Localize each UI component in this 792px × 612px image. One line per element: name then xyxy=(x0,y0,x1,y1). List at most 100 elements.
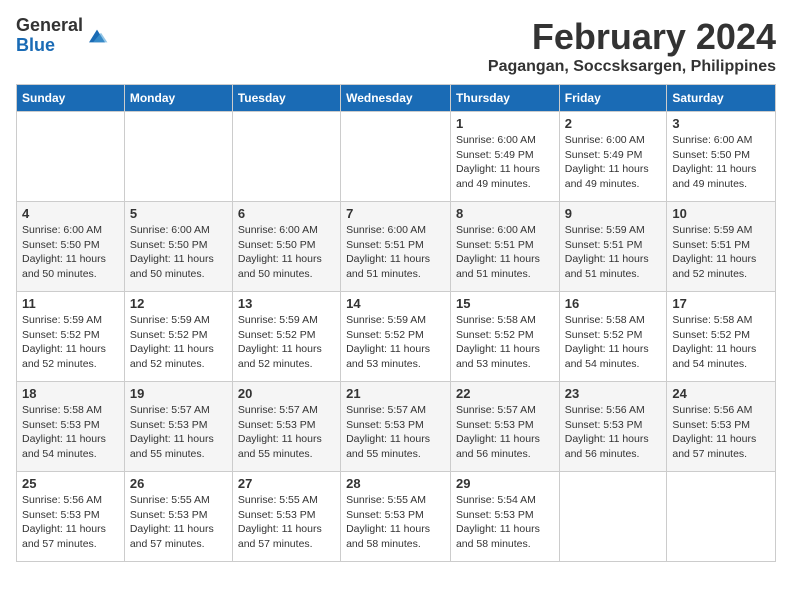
header-cell-friday: Friday xyxy=(559,85,667,112)
calendar-cell: 28 Sunrise: 5:55 AM Sunset: 5:53 PM Dayli… xyxy=(341,472,451,562)
day-number: 27 xyxy=(238,476,335,491)
calendar-cell: 26 Sunrise: 5:55 AM Sunset: 5:53 PM Dayli… xyxy=(124,472,232,562)
calendar-cell xyxy=(667,472,776,562)
calendar-cell: 14 Sunrise: 5:59 AM Sunset: 5:52 PM Dayli… xyxy=(341,292,451,382)
day-info: Sunrise: 5:57 AM Sunset: 5:53 PM Dayligh… xyxy=(456,403,554,462)
day-info: Sunrise: 5:54 AM Sunset: 5:53 PM Dayligh… xyxy=(456,493,554,552)
day-number: 4 xyxy=(22,206,119,221)
calendar-cell: 6 Sunrise: 6:00 AM Sunset: 5:50 PM Daylig… xyxy=(232,202,340,292)
calendar-cell: 18 Sunrise: 5:58 AM Sunset: 5:53 PM Dayli… xyxy=(17,382,125,472)
calendar-cell: 8 Sunrise: 6:00 AM Sunset: 5:51 PM Daylig… xyxy=(450,202,559,292)
calendar-cell: 2 Sunrise: 6:00 AM Sunset: 5:49 PM Daylig… xyxy=(559,112,667,202)
day-info: Sunrise: 5:59 AM Sunset: 5:51 PM Dayligh… xyxy=(672,223,770,282)
week-row: 18 Sunrise: 5:58 AM Sunset: 5:53 PM Dayli… xyxy=(17,382,776,472)
day-number: 17 xyxy=(672,296,770,311)
day-info: Sunrise: 6:00 AM Sunset: 5:50 PM Dayligh… xyxy=(22,223,119,282)
week-row: 1 Sunrise: 6:00 AM Sunset: 5:49 PM Daylig… xyxy=(17,112,776,202)
day-info: Sunrise: 6:00 AM Sunset: 5:50 PM Dayligh… xyxy=(672,133,770,192)
day-info: Sunrise: 5:58 AM Sunset: 5:52 PM Dayligh… xyxy=(672,313,770,372)
calendar-cell: 1 Sunrise: 6:00 AM Sunset: 5:49 PM Daylig… xyxy=(450,112,559,202)
logo-icon xyxy=(85,24,109,48)
week-row: 11 Sunrise: 5:59 AM Sunset: 5:52 PM Dayli… xyxy=(17,292,776,382)
day-info: Sunrise: 5:59 AM Sunset: 5:52 PM Dayligh… xyxy=(346,313,445,372)
calendar-cell: 3 Sunrise: 6:00 AM Sunset: 5:50 PM Daylig… xyxy=(667,112,776,202)
calendar-cell: 27 Sunrise: 5:55 AM Sunset: 5:53 PM Dayli… xyxy=(232,472,340,562)
day-info: Sunrise: 6:00 AM Sunset: 5:51 PM Dayligh… xyxy=(346,223,445,282)
day-number: 16 xyxy=(565,296,662,311)
calendar-cell xyxy=(559,472,667,562)
day-number: 3 xyxy=(672,116,770,131)
day-info: Sunrise: 5:59 AM Sunset: 5:52 PM Dayligh… xyxy=(130,313,227,372)
day-info: Sunrise: 6:00 AM Sunset: 5:51 PM Dayligh… xyxy=(456,223,554,282)
page-header: General Blue February 2024 Pagangan, Soc… xyxy=(16,16,776,76)
calendar-cell xyxy=(17,112,125,202)
day-info: Sunrise: 5:58 AM Sunset: 5:52 PM Dayligh… xyxy=(565,313,662,372)
calendar-cell: 17 Sunrise: 5:58 AM Sunset: 5:52 PM Dayli… xyxy=(667,292,776,382)
day-info: Sunrise: 5:56 AM Sunset: 5:53 PM Dayligh… xyxy=(672,403,770,462)
day-info: Sunrise: 5:58 AM Sunset: 5:52 PM Dayligh… xyxy=(456,313,554,372)
day-number: 14 xyxy=(346,296,445,311)
day-info: Sunrise: 5:55 AM Sunset: 5:53 PM Dayligh… xyxy=(238,493,335,552)
day-number: 5 xyxy=(130,206,227,221)
logo: General Blue xyxy=(16,16,109,56)
day-info: Sunrise: 6:00 AM Sunset: 5:49 PM Dayligh… xyxy=(565,133,662,192)
day-info: Sunrise: 5:57 AM Sunset: 5:53 PM Dayligh… xyxy=(238,403,335,462)
day-number: 24 xyxy=(672,386,770,401)
day-info: Sunrise: 6:00 AM Sunset: 5:50 PM Dayligh… xyxy=(238,223,335,282)
calendar-cell: 24 Sunrise: 5:56 AM Sunset: 5:53 PM Dayli… xyxy=(667,382,776,472)
day-info: Sunrise: 5:58 AM Sunset: 5:53 PM Dayligh… xyxy=(22,403,119,462)
day-number: 2 xyxy=(565,116,662,131)
calendar-cell: 25 Sunrise: 5:56 AM Sunset: 5:53 PM Dayli… xyxy=(17,472,125,562)
day-number: 10 xyxy=(672,206,770,221)
day-number: 8 xyxy=(456,206,554,221)
day-info: Sunrise: 5:56 AM Sunset: 5:53 PM Dayligh… xyxy=(22,493,119,552)
calendar-cell: 21 Sunrise: 5:57 AM Sunset: 5:53 PM Dayli… xyxy=(341,382,451,472)
header-cell-tuesday: Tuesday xyxy=(232,85,340,112)
header-cell-sunday: Sunday xyxy=(17,85,125,112)
page-title: February 2024 xyxy=(488,16,776,58)
day-number: 26 xyxy=(130,476,227,491)
day-info: Sunrise: 6:00 AM Sunset: 5:49 PM Dayligh… xyxy=(456,133,554,192)
day-info: Sunrise: 5:57 AM Sunset: 5:53 PM Dayligh… xyxy=(346,403,445,462)
day-info: Sunrise: 5:59 AM Sunset: 5:52 PM Dayligh… xyxy=(22,313,119,372)
week-row: 4 Sunrise: 6:00 AM Sunset: 5:50 PM Daylig… xyxy=(17,202,776,292)
day-number: 12 xyxy=(130,296,227,311)
day-info: Sunrise: 6:00 AM Sunset: 5:50 PM Dayligh… xyxy=(130,223,227,282)
calendar-cell xyxy=(124,112,232,202)
calendar-cell: 5 Sunrise: 6:00 AM Sunset: 5:50 PM Daylig… xyxy=(124,202,232,292)
calendar-cell: 13 Sunrise: 5:59 AM Sunset: 5:52 PM Dayli… xyxy=(232,292,340,382)
calendar-cell: 9Sunrise: 5:59 AM Sunset: 5:51 PM Daylig… xyxy=(559,202,667,292)
header-cell-monday: Monday xyxy=(124,85,232,112)
day-info: Sunrise: 5:57 AM Sunset: 5:53 PM Dayligh… xyxy=(130,403,227,462)
logo-blue: Blue xyxy=(16,36,83,56)
day-number: 28 xyxy=(346,476,445,491)
day-info: Sunrise: 5:56 AM Sunset: 5:53 PM Dayligh… xyxy=(565,403,662,462)
day-number: 13 xyxy=(238,296,335,311)
day-number: 7 xyxy=(346,206,445,221)
calendar-cell: 15Sunrise: 5:58 AM Sunset: 5:52 PM Dayli… xyxy=(450,292,559,382)
week-row: 25 Sunrise: 5:56 AM Sunset: 5:53 PM Dayli… xyxy=(17,472,776,562)
day-number: 1 xyxy=(456,116,554,131)
calendar-cell xyxy=(341,112,451,202)
day-number: 23 xyxy=(565,386,662,401)
day-info: Sunrise: 5:59 AM Sunset: 5:51 PM Dayligh… xyxy=(565,223,662,282)
calendar-cell: 11 Sunrise: 5:59 AM Sunset: 5:52 PM Dayli… xyxy=(17,292,125,382)
day-number: 29 xyxy=(456,476,554,491)
calendar-cell: 4 Sunrise: 6:00 AM Sunset: 5:50 PM Daylig… xyxy=(17,202,125,292)
calendar-cell: 16 Sunrise: 5:58 AM Sunset: 5:52 PM Dayli… xyxy=(559,292,667,382)
day-info: Sunrise: 5:55 AM Sunset: 5:53 PM Dayligh… xyxy=(130,493,227,552)
day-number: 20 xyxy=(238,386,335,401)
day-number: 18 xyxy=(22,386,119,401)
day-info: Sunrise: 5:55 AM Sunset: 5:53 PM Dayligh… xyxy=(346,493,445,552)
day-number: 25 xyxy=(22,476,119,491)
day-number: 19 xyxy=(130,386,227,401)
calendar-cell: 19 Sunrise: 5:57 AM Sunset: 5:53 PM Dayli… xyxy=(124,382,232,472)
calendar-header: SundayMondayTuesdayWednesdayThursdayFrid… xyxy=(17,85,776,112)
day-number: 6 xyxy=(238,206,335,221)
calendar-cell: 20 Sunrise: 5:57 AM Sunset: 5:53 PM Dayli… xyxy=(232,382,340,472)
calendar-cell: 29 Sunrise: 5:54 AM Sunset: 5:53 PM Dayli… xyxy=(450,472,559,562)
header-row: SundayMondayTuesdayWednesdayThursdayFrid… xyxy=(17,85,776,112)
day-number: 21 xyxy=(346,386,445,401)
day-info: Sunrise: 5:59 AM Sunset: 5:52 PM Dayligh… xyxy=(238,313,335,372)
day-number: 11 xyxy=(22,296,119,311)
